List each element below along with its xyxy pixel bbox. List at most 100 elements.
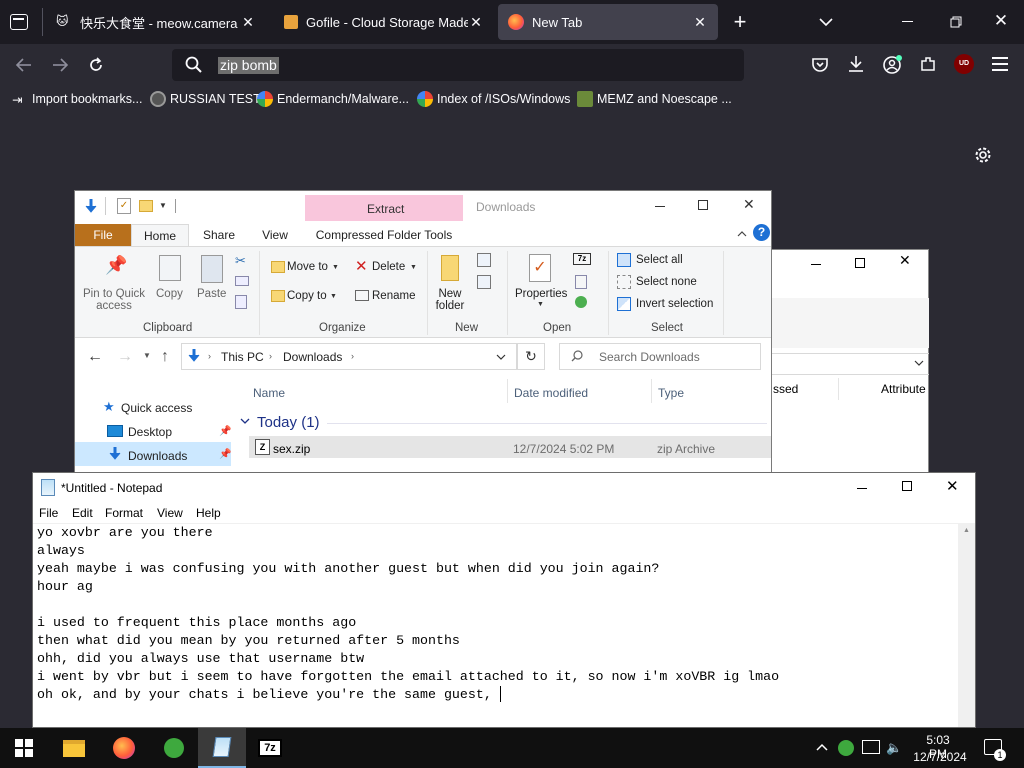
tab-file[interactable]: File bbox=[75, 224, 131, 246]
up-button[interactable]: ↑ bbox=[161, 348, 169, 366]
tab-home[interactable]: Home bbox=[131, 224, 189, 247]
chevron-down-icon[interactable] bbox=[495, 351, 507, 363]
tab-share[interactable]: Share bbox=[193, 224, 245, 246]
refresh-button[interactable]: ↻ bbox=[517, 343, 545, 370]
downloads-icon[interactable] bbox=[846, 54, 866, 74]
url-input-text[interactable]: zip bomb bbox=[218, 57, 279, 74]
select-none-button[interactable]: Select none bbox=[636, 276, 697, 288]
menu-view[interactable]: View bbox=[157, 506, 183, 520]
copy-to-button[interactable]: Copy to bbox=[287, 290, 327, 302]
close-button[interactable]: ✕ bbox=[946, 477, 959, 495]
forward-button[interactable]: → bbox=[117, 348, 133, 366]
tab-view[interactable]: View bbox=[249, 224, 301, 246]
paste-button[interactable]: Paste bbox=[197, 288, 226, 300]
bookmark-index-isos[interactable]: Index of /ISOs/Windows bbox=[417, 90, 570, 108]
menu-edit[interactable]: Edit bbox=[72, 506, 93, 520]
reload-icon[interactable] bbox=[86, 55, 106, 75]
maximize-button[interactable] bbox=[698, 200, 708, 210]
menu-help[interactable]: Help bbox=[196, 506, 221, 520]
scroll-up-icon[interactable]: ▲ bbox=[963, 527, 970, 534]
firefox-view-icon[interactable] bbox=[10, 14, 28, 30]
bookmark-russian-test[interactable]: RUSSIAN TEST bbox=[150, 90, 261, 108]
firefox-taskbar-icon[interactable] bbox=[100, 728, 148, 768]
clock-date[interactable]: 12/7/2024 bbox=[912, 750, 968, 764]
pocket-icon[interactable] bbox=[810, 55, 830, 75]
file-name[interactable]: sex.zip bbox=[273, 442, 310, 456]
back-button[interactable]: ← bbox=[87, 348, 103, 366]
tab-meow-camera[interactable]: 🐱 快乐大食堂 - meow.camera ✕ bbox=[46, 4, 266, 40]
close-button[interactable]: ✕ bbox=[899, 252, 911, 269]
sevenzip-open-icon[interactable]: 7z bbox=[573, 253, 591, 265]
ublock-origin-icon[interactable]: UD bbox=[954, 54, 974, 74]
group-chevron-icon[interactable] bbox=[239, 415, 251, 427]
start-button[interactable] bbox=[0, 728, 48, 768]
minimize-button[interactable] bbox=[857, 488, 867, 489]
properties-button[interactable]: Properties bbox=[515, 288, 567, 300]
move-to-button[interactable]: Move to bbox=[287, 261, 328, 273]
qat-customize-icon[interactable]: ▼ bbox=[159, 201, 169, 211]
close-tab-icon[interactable]: ✕ bbox=[240, 14, 256, 31]
close-button[interactable]: ✕ bbox=[743, 196, 755, 213]
new-item-icon[interactable] bbox=[477, 253, 491, 267]
chevron-up-icon[interactable] bbox=[735, 227, 749, 241]
bookmark-import[interactable]: ⇥ Import bookmarks... bbox=[12, 90, 142, 108]
close-window-button[interactable]: ✕ bbox=[990, 10, 1012, 32]
menu-file[interactable]: File bbox=[39, 506, 58, 520]
maximize-button[interactable] bbox=[855, 258, 865, 268]
bookmark-memz[interactable]: MEMZ and Noescape ... bbox=[577, 90, 732, 108]
account-icon[interactable] bbox=[882, 54, 904, 76]
edit-icon[interactable] bbox=[575, 275, 587, 289]
network-icon[interactable] bbox=[862, 740, 880, 754]
qat-down-arrow-icon[interactable] bbox=[83, 198, 99, 214]
tab-new-tab[interactable]: New Tab ✕ bbox=[498, 4, 718, 40]
group-header-today[interactable]: Today (1) bbox=[257, 414, 320, 431]
invert-selection-button[interactable]: Invert selection bbox=[636, 298, 713, 310]
vertical-scrollbar[interactable] bbox=[958, 524, 975, 727]
minimize-button[interactable] bbox=[896, 12, 920, 32]
close-tab-icon[interactable]: ✕ bbox=[468, 14, 484, 31]
column-accessed[interactable]: ssed bbox=[773, 382, 798, 396]
nav-downloads[interactable]: Downloads bbox=[128, 449, 187, 463]
recent-locations-icon[interactable]: ▼ bbox=[143, 351, 151, 360]
delete-button[interactable]: Delete bbox=[372, 261, 405, 273]
close-tab-icon[interactable]: ✕ bbox=[692, 14, 708, 31]
file-explorer-taskbar-icon[interactable] bbox=[50, 728, 98, 768]
tab-gofile[interactable]: Gofile - Cloud Storage Made Sim ✕ bbox=[274, 4, 494, 40]
menu-format[interactable]: Format bbox=[105, 506, 143, 520]
chevron-down-icon[interactable] bbox=[913, 357, 925, 369]
volume-icon[interactable]: 🔈 bbox=[886, 740, 902, 756]
extensions-icon[interactable] bbox=[918, 54, 938, 74]
maximize-button[interactable] bbox=[902, 481, 912, 491]
copy-path-icon[interactable] bbox=[235, 276, 249, 286]
column-attributes[interactable]: Attribute bbox=[881, 382, 926, 396]
list-all-tabs-icon[interactable] bbox=[816, 12, 836, 32]
help-icon[interactable]: ? bbox=[753, 224, 770, 241]
easy-access-icon[interactable] bbox=[477, 275, 491, 289]
cut-icon[interactable]: ✂ bbox=[235, 253, 246, 269]
nav-quick-access[interactable]: Quick access bbox=[121, 401, 192, 415]
breadcrumb-downloads[interactable]: Downloads bbox=[283, 350, 342, 364]
app-menu-icon[interactable] bbox=[992, 57, 1008, 71]
restore-button[interactable] bbox=[946, 12, 966, 32]
gear-icon[interactable] bbox=[973, 145, 993, 165]
column-name[interactable]: Name bbox=[253, 386, 285, 400]
tab-compressed-folder-tools[interactable]: Compressed Folder Tools bbox=[305, 224, 463, 246]
breadcrumb-this-pc[interactable]: This PC bbox=[221, 350, 264, 364]
sevenzip-taskbar-icon[interactable]: 7z bbox=[246, 728, 294, 768]
paste-shortcut-icon[interactable] bbox=[235, 295, 247, 309]
new-folder-button[interactable]: New folder bbox=[435, 288, 465, 312]
copy-button[interactable]: Copy bbox=[156, 288, 183, 300]
show-hidden-icons-icon[interactable] bbox=[815, 741, 829, 755]
back-arrow-icon[interactable] bbox=[14, 55, 34, 75]
nav-desktop[interactable]: Desktop bbox=[128, 425, 172, 439]
notepad-taskbar-icon[interactable] bbox=[198, 728, 246, 768]
history-icon[interactable] bbox=[575, 296, 587, 308]
people-app-taskbar-icon[interactable] bbox=[150, 728, 198, 768]
people-tray-icon[interactable] bbox=[838, 740, 854, 756]
notepad-text-area[interactable]: yo xovbr are you there always yeah maybe… bbox=[37, 524, 957, 704]
column-type[interactable]: Type bbox=[658, 386, 684, 400]
minimize-button[interactable] bbox=[811, 264, 821, 265]
bookmark-endermanch[interactable]: Endermanch/Malware... bbox=[257, 90, 409, 108]
new-tab-button[interactable]: + bbox=[728, 10, 752, 34]
rename-button[interactable]: Rename bbox=[372, 290, 415, 302]
